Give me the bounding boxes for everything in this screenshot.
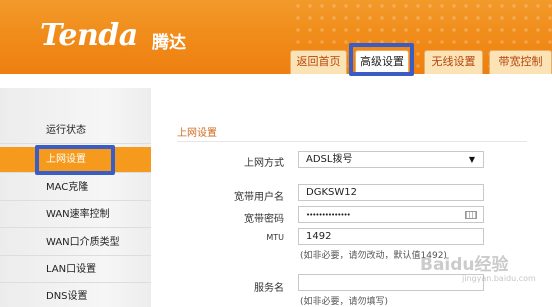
sidebar-item-status[interactable]: 运行状态 <box>0 118 151 144</box>
service-hint: (如非必要，请勿填写) <box>300 297 389 307</box>
password-input[interactable]: •••••••••••••• <box>298 206 484 223</box>
service-input[interactable] <box>298 274 484 291</box>
sidebar-item-lan-settings[interactable]: LAN口设置 <box>0 257 151 283</box>
section-divider <box>177 141 527 142</box>
tenda-logo: Tenda <box>40 18 138 53</box>
sidebar-item-mac-clone[interactable]: MAC克隆 <box>0 175 151 201</box>
mode-select[interactable]: ADSL拨号 ▼ <box>298 151 484 168</box>
mode-select-value: ADSL拨号 <box>306 154 353 165</box>
mtu-label: MTU <box>266 233 284 242</box>
tab-bandwidth-control[interactable]: 带宽控制 <box>489 50 552 74</box>
tab-wireless-settings[interactable]: 无线设置 <box>424 50 483 74</box>
keyboard-icon[interactable] <box>465 211 477 219</box>
header-bar: Tenda 腾达 返回首页 高级设置 无线设置 带宽控制 <box>0 0 552 74</box>
sidebar-item-internet-settings[interactable]: 上网设置 <box>0 147 151 173</box>
watermark-url: jingyan.baidu.com <box>462 274 536 283</box>
password-label: 宽带密码 <box>244 214 284 225</box>
mtu-input[interactable]: 1492 <box>298 228 484 245</box>
sidebar-item-wan-rate-control[interactable]: WAN速率控制 <box>0 202 151 228</box>
sidebar-item-dns-settings[interactable]: DNS设置 <box>0 284 151 307</box>
watermark: Baidu经验 <box>420 255 509 275</box>
tenda-logo-cn: 腾达 <box>152 33 186 53</box>
username-label: 宽带用户名 <box>234 192 284 203</box>
mode-label: 上网方式 <box>244 158 284 169</box>
username-input[interactable]: DGKSW12 <box>298 184 484 201</box>
section-title: 上网设置 <box>177 128 217 139</box>
password-value: •••••••••••••• <box>306 211 351 219</box>
chevron-down-icon: ▼ <box>468 155 475 164</box>
service-label: 服务名 <box>254 283 284 294</box>
sidebar-item-wan-media-type[interactable]: WAN口介质类型 <box>0 230 151 256</box>
tab-advanced-settings[interactable]: 高级设置 <box>355 50 409 74</box>
tab-home[interactable]: 返回首页 <box>290 50 347 74</box>
